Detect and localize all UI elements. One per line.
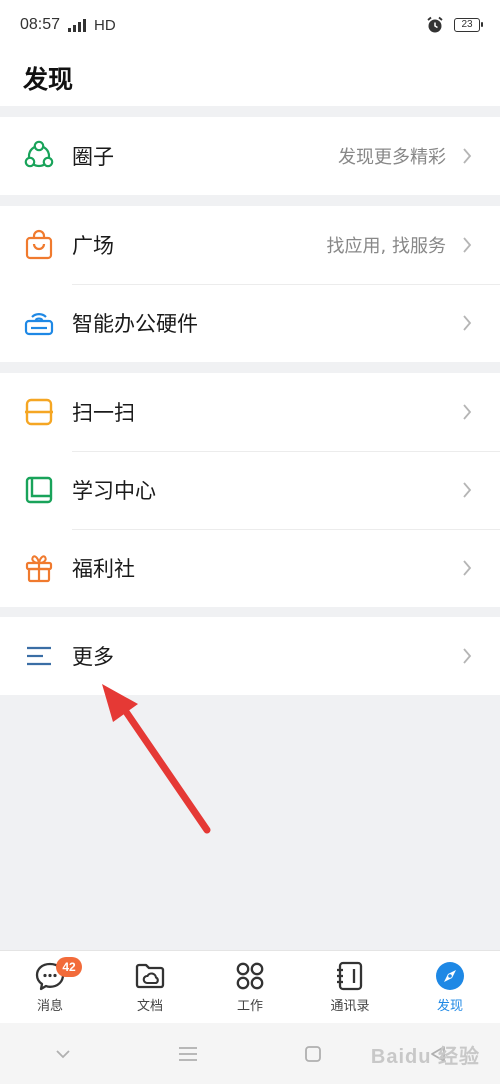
tab-messages[interactable]: 消息 42 [0, 951, 100, 1023]
folder-cloud-icon [134, 960, 166, 992]
chevron-right-icon [460, 313, 474, 333]
chevron-right-icon [460, 646, 474, 666]
tab-work[interactable]: 工作 [200, 951, 300, 1023]
status-left: 08:57 HD [20, 16, 116, 34]
home-square-icon[interactable] [293, 1034, 333, 1074]
list-item-square[interactable]: 广场 找应用, 找服务 [0, 206, 500, 284]
chevron-down-icon[interactable] [43, 1034, 83, 1074]
gift-icon [22, 551, 56, 585]
circle-group-icon [22, 139, 56, 173]
list-item-smart-hardware[interactable]: 智能办公硬件 [0, 284, 500, 362]
discover-group-4: 更多 [0, 617, 500, 695]
signal-icon [68, 18, 87, 32]
chevron-right-icon [460, 402, 474, 422]
list-item-label: 智能办公硬件 [72, 312, 198, 336]
list-item-label: 学习中心 [72, 479, 156, 503]
bottom-tab-bar: 消息 42 文档 工作 通讯录 发现 [0, 950, 500, 1023]
scan-icon [22, 395, 56, 429]
status-right: 23 [426, 16, 483, 34]
page-header: 发现 [0, 50, 500, 106]
status-time: 08:57 [20, 16, 61, 33]
watermark: Baidu 经验 [370, 1046, 480, 1068]
tab-discover[interactable]: 发现 [400, 951, 500, 1023]
alarm-icon [427, 16, 443, 33]
status-bar: 08:57 HD 23 [0, 0, 500, 50]
tab-docs[interactable]: 文档 [100, 951, 200, 1023]
menu-icon[interactable] [168, 1034, 208, 1074]
list-item-label: 广场 [72, 234, 114, 258]
list-item-more[interactable]: 更多 [0, 617, 500, 695]
tab-label: 工作 [236, 999, 263, 1014]
router-icon [22, 306, 56, 340]
discover-group-2: 广场 找应用, 找服务 智能办公硬件 [0, 206, 500, 362]
battery-indicator: 23 [454, 18, 483, 32]
tab-label: 通讯录 [330, 999, 370, 1014]
list-item-learning-center[interactable]: 学习中心 [0, 451, 500, 529]
tab-label: 文档 [136, 999, 163, 1014]
grid-icon [234, 960, 266, 992]
list-item-label: 圈子 [72, 145, 114, 169]
book-icon [22, 473, 56, 507]
compass-icon [434, 960, 466, 992]
chevron-right-icon [460, 146, 474, 166]
menu-lines-icon [22, 639, 56, 673]
discover-group-3: 扫一扫 学习中心 福利社 [0, 373, 500, 607]
list-item-hint: 找应用, 找服务 [326, 236, 446, 257]
list-item-label: 更多 [72, 645, 114, 669]
list-item-welfare[interactable]: 福利社 [0, 529, 500, 607]
status-hd: HD [94, 16, 116, 34]
tab-label: 发现 [436, 999, 463, 1014]
list-item-hint: 发现更多精彩 [338, 147, 446, 168]
list-item-scan[interactable]: 扫一扫 [0, 373, 500, 451]
list-item-label: 扫一扫 [72, 401, 135, 425]
chevron-right-icon [460, 480, 474, 500]
contacts-book-icon [334, 960, 366, 992]
list-item-label: 福利社 [72, 557, 135, 581]
tab-label: 消息 [36, 999, 63, 1014]
chevron-right-icon [460, 235, 474, 255]
discover-group-1: 圈子 发现更多精彩 [0, 117, 500, 195]
shopping-bag-icon [22, 228, 56, 262]
tab-contacts[interactable]: 通讯录 [300, 951, 400, 1023]
page-title: 发现 [23, 65, 74, 94]
chevron-right-icon [460, 558, 474, 578]
unread-badge: 42 [56, 957, 82, 977]
list-item-circle[interactable]: 圈子 发现更多精彩 [0, 117, 500, 195]
